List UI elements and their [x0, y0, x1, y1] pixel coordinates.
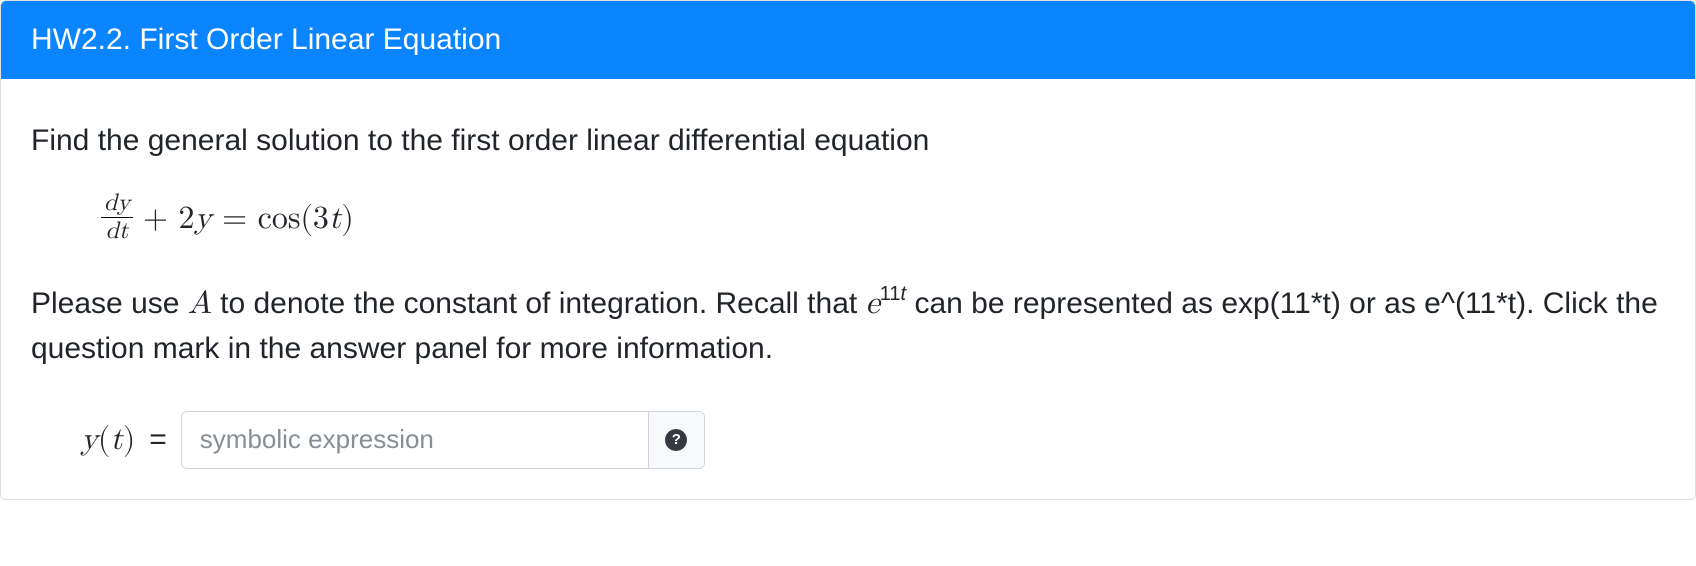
- answer-input-group: ?: [181, 411, 705, 469]
- fraction-numerator: dy: [101, 191, 133, 218]
- exp-superscript: 11t: [880, 283, 906, 305]
- equals-sign: =: [149, 418, 167, 462]
- question-title: HW2.2. First Order Linear Equation: [31, 23, 501, 56]
- exp-base-e: e: [866, 288, 880, 320]
- question-card: HW2.2. First Order Linear Equation Find …: [0, 0, 1696, 500]
- answer-label: y(t): [81, 417, 135, 463]
- fraction-dy-dt: dy dt: [101, 191, 133, 244]
- differential-equation: dy dt + 2y = cos(3t): [101, 193, 1665, 246]
- question-prompt: Find the general solution to the first o…: [31, 119, 1665, 163]
- hint-text: Please use A to denote the constant of i…: [31, 281, 1665, 371]
- constant-A: A: [188, 288, 212, 320]
- question-mark-icon: ?: [665, 429, 687, 451]
- question-body: Find the general solution to the first o…: [1, 79, 1695, 499]
- equation-rest: + 2y = cos(3t): [143, 196, 354, 242]
- help-button[interactable]: ?: [648, 412, 704, 468]
- question-header: HW2.2. First Order Linear Equation: [1, 1, 1695, 79]
- fraction-denominator: dt: [103, 218, 132, 244]
- answer-input[interactable]: [182, 412, 648, 468]
- answer-row: y(t) = ?: [81, 411, 1665, 469]
